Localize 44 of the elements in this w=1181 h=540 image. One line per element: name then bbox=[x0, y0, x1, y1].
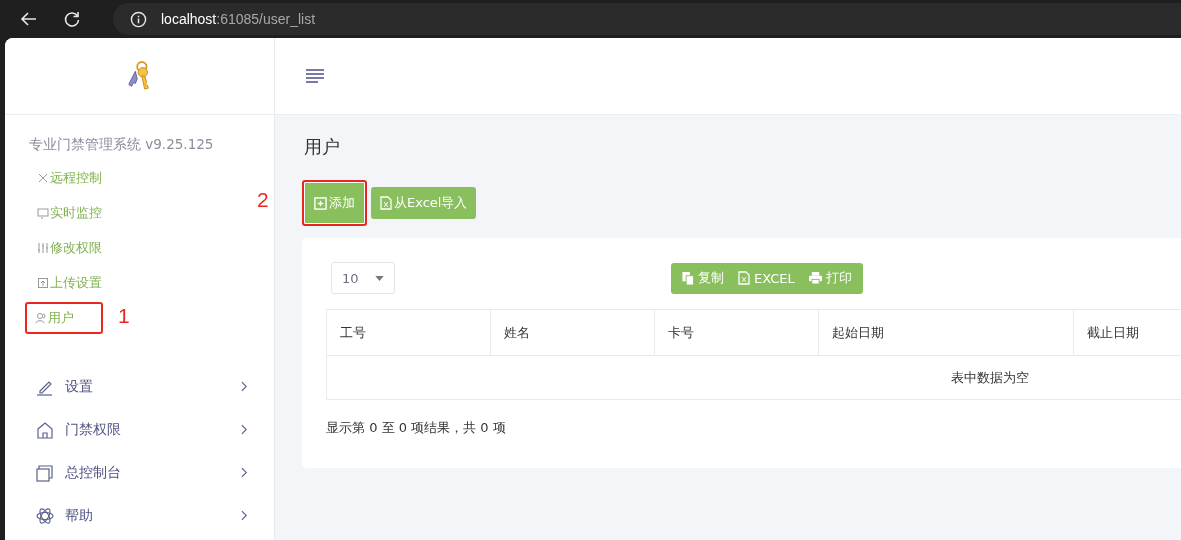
upload-icon bbox=[37, 276, 49, 289]
sidebar-item[interactable]: 远程控制 bbox=[25, 161, 112, 194]
sidebar-item[interactable]: 上传设置 bbox=[25, 266, 112, 299]
plus-square-icon bbox=[314, 196, 327, 210]
chevron-icon bbox=[241, 467, 248, 478]
column-header[interactable]: 工号 bbox=[326, 309, 491, 356]
address-bar[interactable]: localhost:61085/user_list bbox=[113, 3, 1181, 35]
annotation-number: 1 bbox=[118, 304, 130, 328]
users-icon bbox=[35, 311, 47, 324]
menu-item[interactable]: 门禁权限 bbox=[5, 408, 274, 451]
excel-file-icon bbox=[738, 271, 750, 285]
info-icon[interactable] bbox=[130, 10, 147, 28]
reload-icon[interactable] bbox=[62, 9, 82, 29]
column-header[interactable]: 截止日期 bbox=[1073, 309, 1181, 356]
menu-item[interactable]: 帮助 bbox=[5, 494, 274, 537]
url-text: localhost:61085/user_list bbox=[161, 11, 316, 27]
monitor-icon bbox=[37, 206, 49, 219]
page-length-select[interactable]: 10 bbox=[331, 262, 395, 294]
chevron-icon bbox=[241, 381, 248, 392]
version-text: 专业门禁管理系统 v9.25.125 bbox=[29, 136, 215, 154]
menu-item[interactable]: 总控制台 bbox=[5, 451, 274, 494]
excel-file-icon bbox=[380, 196, 392, 210]
menu-icon[interactable] bbox=[306, 69, 324, 83]
house-icon bbox=[36, 420, 54, 439]
chevron-icon bbox=[241, 510, 248, 521]
chevron-icon bbox=[241, 424, 248, 435]
sidebar-item[interactable]: 实时监控 bbox=[25, 196, 112, 229]
boxes-icon bbox=[36, 463, 54, 482]
column-header[interactable]: 卡号 bbox=[654, 309, 819, 356]
tools-icon bbox=[37, 171, 49, 184]
copy-icon bbox=[682, 271, 694, 285]
table-info: 显示第 0 至 0 项结果，共 0 项 bbox=[326, 419, 507, 437]
column-header[interactable]: 姓名 bbox=[490, 309, 655, 356]
sidebar-item[interactable]: 修改权限 bbox=[25, 231, 112, 264]
empty-table-text: 表中数据为空 bbox=[951, 369, 1029, 385]
menu-item[interactable]: 设置 bbox=[5, 365, 274, 408]
annotation-number: 2 bbox=[257, 188, 269, 212]
page-title: 用户 bbox=[304, 135, 341, 159]
dropdown-caret-icon bbox=[375, 275, 384, 281]
printer-icon bbox=[808, 272, 822, 284]
column-header[interactable]: 起始日期 bbox=[818, 309, 1074, 356]
sliders-icon bbox=[37, 241, 49, 254]
atom-icon bbox=[36, 506, 54, 525]
sidebar-item[interactable]: 用户 bbox=[25, 301, 103, 334]
